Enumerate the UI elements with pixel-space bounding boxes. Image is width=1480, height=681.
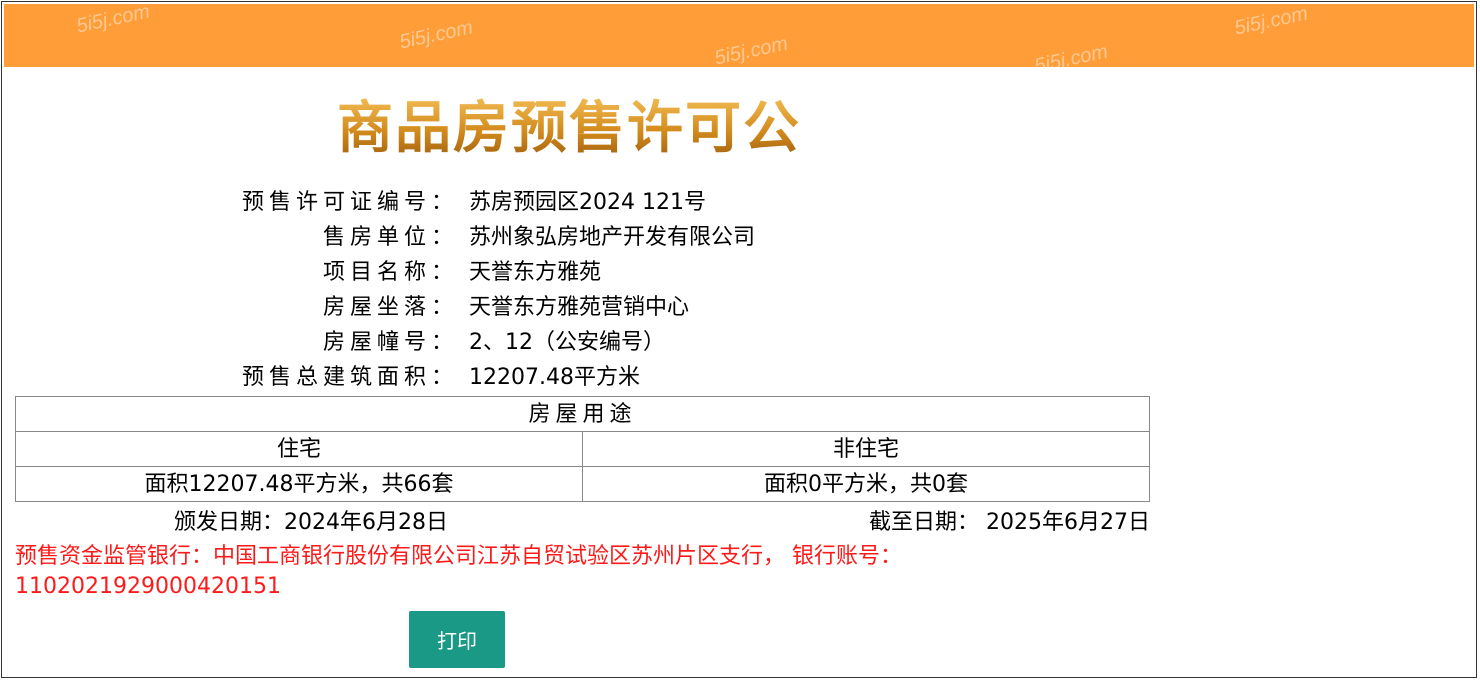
- usage-value-residential: 面积12207.48平方米，共66套: [15, 466, 583, 502]
- issue-date: 颁发日期：2024年6月28日: [174, 510, 448, 535]
- building-label: 房屋幢号：: [322, 330, 458, 355]
- location-label: 房屋坐落：: [322, 295, 458, 320]
- usage-value-nonresidential: 面积0平方米，共0套: [582, 466, 1150, 502]
- location-value: 天誉东方雅苑营销中心: [469, 295, 690, 320]
- area-label: 预售总建筑面积：: [241, 365, 458, 390]
- area-value: 12207.48平方米: [469, 365, 640, 390]
- usage-column-nonresidential: 非住宅: [582, 431, 1150, 467]
- seller-label: 售房单位：: [322, 225, 458, 250]
- building-value: 2、12（公安编号）: [469, 330, 665, 355]
- usage-column-residential: 住宅: [15, 431, 583, 467]
- usage-table: 房屋用途 住宅 非住宅 面积12207.48平方米，共66套 面积0平方米，共0…: [15, 396, 1150, 502]
- print-button[interactable]: 打印: [409, 611, 505, 668]
- usage-values-row: 面积12207.48平方米，共66套 面积0平方米，共0套: [15, 466, 1150, 502]
- usage-columns-row: 住宅 非住宅: [15, 431, 1150, 467]
- usage-header-row: 房屋用途: [15, 396, 1150, 432]
- permit-number-value: 苏房预园区2024 121号: [469, 190, 706, 215]
- watermark: 5i5j.com: [397, 16, 475, 54]
- project-label: 项目名称：: [322, 260, 458, 285]
- page-title: 商品房预售许可公告: [337, 92, 837, 233]
- usage-header: 房屋用途: [15, 396, 1150, 432]
- seller-value: 苏州象弘房地产开发有限公司: [469, 225, 756, 250]
- permit-number-label: 预售许可证编号：: [241, 190, 458, 215]
- expire-date: 截至日期： 2025年6月27日: [869, 510, 1150, 535]
- header-bar: 5i5j.com 5i5j.com 5i5j.com 5i5j.com 5i5j…: [4, 0, 1474, 78]
- project-value: 天誉东方雅苑: [469, 260, 602, 285]
- watermark: 5i5j.com: [712, 32, 790, 70]
- watermark: 5i5j.com: [74, 0, 152, 38]
- bank-notice: 预售资金监管银行：中国工商银行股份有限公司江苏自贸试验区苏州片区支行， 银行账号…: [15, 544, 902, 599]
- watermark: 5i5j.com: [1232, 2, 1310, 40]
